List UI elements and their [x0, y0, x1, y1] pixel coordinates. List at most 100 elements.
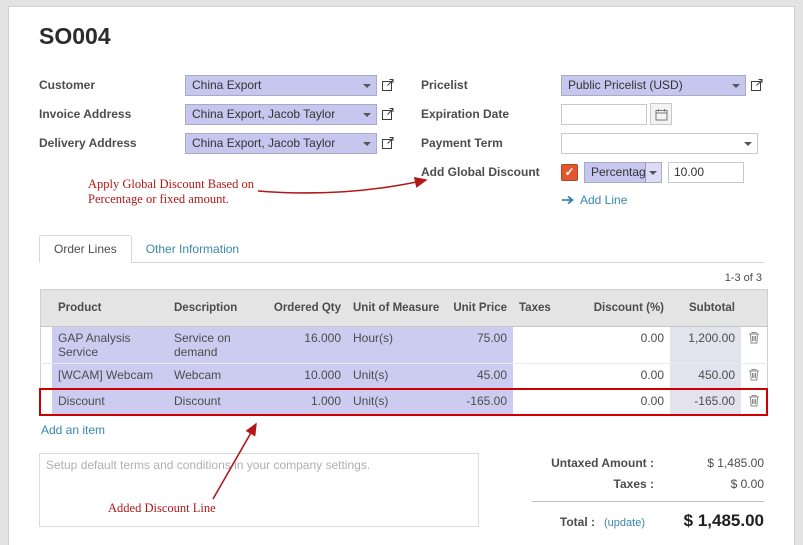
- annotation-global-discount: Apply Global Discount Based on Percentag…: [88, 177, 288, 207]
- row-handle: [40, 364, 52, 390]
- global-discount-controls: ✓ Percentage: [561, 162, 744, 183]
- calendar-icon[interactable]: [650, 103, 672, 125]
- taxes-label: Taxes :: [614, 477, 654, 491]
- add-an-item-link[interactable]: Add an item: [41, 423, 105, 437]
- tab-order-lines[interactable]: Order Lines: [39, 235, 132, 263]
- total-row: Total : (update) $ 1,485.00: [509, 511, 764, 531]
- tab-other-information[interactable]: Other Information: [132, 236, 253, 262]
- row-handle: [40, 327, 52, 364]
- cell-uom[interactable]: Hour(s): [347, 327, 442, 364]
- customer-open-record-icon[interactable]: [381, 78, 395, 92]
- cell-discount[interactable]: 0.00: [570, 389, 670, 415]
- delivery-address-select[interactable]: China Export, Jacob Taylor: [185, 133, 377, 154]
- table-header-row: Product Description Ordered Qty Unit of …: [40, 290, 767, 327]
- delivery-address-open-record-icon[interactable]: [381, 136, 395, 150]
- delete-row-icon[interactable]: [741, 327, 767, 364]
- delete-column-header: [741, 290, 767, 327]
- cell-subtotal: 1,200.00: [670, 327, 741, 364]
- cell-qty[interactable]: 1.000: [267, 389, 347, 415]
- field-row-delivery-address: Delivery Address China Export, Jacob Tay…: [39, 132, 421, 154]
- pricelist-value: Public Pricelist (USD): [568, 78, 683, 92]
- cell-description[interactable]: Webcam: [168, 364, 267, 390]
- global-discount-checkbox[interactable]: ✓: [561, 164, 578, 181]
- invoice-address-label: Invoice Address: [39, 107, 185, 121]
- cell-product[interactable]: [WCAM] Webcam: [52, 364, 168, 390]
- col-unit-price: Unit Price: [442, 290, 513, 327]
- delete-row-icon[interactable]: [741, 389, 767, 415]
- customer-value: China Export: [192, 78, 261, 92]
- order-line-row: [WCAM] Webcam Webcam 10.000 Unit(s) 45.0…: [40, 364, 767, 390]
- chevron-down-icon: [363, 142, 371, 146]
- discount-type-select[interactable]: Percentage: [584, 162, 662, 183]
- form-sheet: SO004 Customer China Export Invoice Addr…: [8, 6, 795, 545]
- col-product: Product: [52, 290, 168, 327]
- col-discount: Discount (%): [570, 290, 670, 327]
- global-discount-label: Add Global Discount: [421, 165, 561, 179]
- cell-qty[interactable]: 16.000: [267, 327, 347, 364]
- delete-row-icon[interactable]: [741, 364, 767, 390]
- list-pager: 1-3 of 3: [39, 272, 762, 284]
- discount-type-value: Percentage: [591, 165, 652, 179]
- invoice-address-open-record-icon[interactable]: [381, 107, 395, 121]
- annotation-discount-line: Added Discount Line: [108, 501, 216, 516]
- customer-select[interactable]: China Export: [185, 75, 377, 96]
- cell-qty[interactable]: 10.000: [267, 364, 347, 390]
- cell-discount[interactable]: 0.00: [570, 364, 670, 390]
- cell-product[interactable]: GAP Analysis Service: [52, 327, 168, 364]
- terms-and-conditions-textarea[interactable]: [39, 453, 479, 527]
- update-total-link[interactable]: (update): [604, 517, 645, 529]
- pricelist-select[interactable]: Public Pricelist (USD): [561, 75, 746, 96]
- footer-section: Untaxed Amount : $ 1,485.00 Taxes : $ 0.…: [39, 453, 764, 531]
- cell-taxes[interactable]: [513, 364, 570, 390]
- row-handle: [40, 389, 52, 415]
- taxes-value: $ 0.00: [654, 477, 764, 491]
- discount-amount-input[interactable]: [668, 162, 744, 183]
- add-line-button[interactable]: Add Line: [561, 193, 764, 207]
- cell-subtotal: 450.00: [670, 364, 741, 390]
- cell-price[interactable]: -165.00: [442, 389, 513, 415]
- order-lines-table: Product Description Ordered Qty Unit of …: [39, 289, 768, 416]
- field-row-invoice-address: Invoice Address China Export, Jacob Tayl…: [39, 103, 421, 125]
- chevron-down-icon: [732, 84, 740, 88]
- chevron-down-icon: [649, 171, 657, 175]
- untaxed-amount-label: Untaxed Amount :: [551, 456, 654, 470]
- cell-taxes[interactable]: [513, 389, 570, 415]
- customer-label: Customer: [39, 78, 185, 92]
- payment-term-select[interactable]: [561, 133, 758, 154]
- field-row-global-discount: Add Global Discount ✓ Percentage: [421, 161, 764, 183]
- total-value: $ 1,485.00: [654, 511, 764, 531]
- totals-divider: [532, 501, 764, 502]
- pricelist-open-record-icon[interactable]: [750, 78, 764, 92]
- expiration-date-input[interactable]: [561, 104, 647, 125]
- cell-price[interactable]: 75.00: [442, 327, 513, 364]
- field-row-expiration-date: Expiration Date: [421, 103, 764, 125]
- page-title: SO004: [39, 23, 764, 50]
- cell-product[interactable]: Discount: [52, 389, 168, 415]
- field-row-customer: Customer China Export: [39, 74, 421, 96]
- col-description: Description: [168, 290, 267, 327]
- cell-taxes[interactable]: [513, 327, 570, 364]
- dropdown-segment: [645, 163, 661, 182]
- cell-description[interactable]: Service on demand: [168, 327, 267, 364]
- cell-description[interactable]: Discount: [168, 389, 267, 415]
- cell-uom[interactable]: Unit(s): [347, 389, 442, 415]
- total-label: Total :: [560, 515, 595, 529]
- notebook-tabs: Order Lines Other Information: [39, 235, 764, 263]
- field-row-pricelist: Pricelist Public Pricelist (USD): [421, 74, 764, 96]
- fields-right-column: Pricelist Public Pricelist (USD) Expirat…: [421, 74, 764, 207]
- chevron-down-icon: [363, 84, 371, 88]
- expiration-date-label: Expiration Date: [421, 107, 561, 121]
- order-line-row-discount-highlighted: Discount Discount 1.000 Unit(s) -165.00 …: [40, 389, 767, 415]
- cell-discount[interactable]: 0.00: [570, 327, 670, 364]
- col-subtotal: Subtotal: [670, 290, 741, 327]
- delivery-address-label: Delivery Address: [39, 136, 185, 150]
- cell-uom[interactable]: Unit(s): [347, 364, 442, 390]
- cell-subtotal: -165.00: [670, 389, 741, 415]
- pricelist-label: Pricelist: [421, 78, 561, 92]
- field-row-payment-term: Payment Term: [421, 132, 764, 154]
- cell-price[interactable]: 45.00: [442, 364, 513, 390]
- invoice-address-select[interactable]: China Export, Jacob Taylor: [185, 104, 377, 125]
- order-line-row: GAP Analysis Service Service on demand 1…: [40, 327, 767, 364]
- invoice-address-value: China Export, Jacob Taylor: [192, 107, 335, 121]
- handle-column-header: [40, 290, 52, 327]
